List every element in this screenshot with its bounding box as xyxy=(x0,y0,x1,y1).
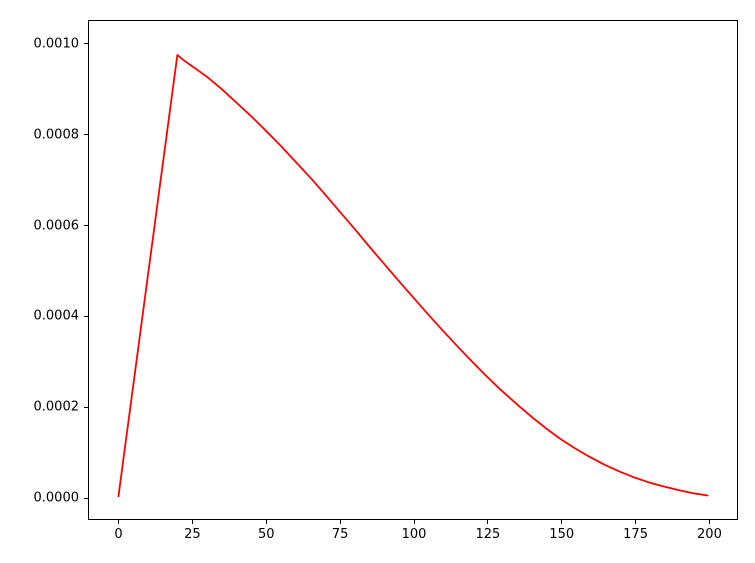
x-tick-label: 150 xyxy=(549,527,574,542)
y-tickmark xyxy=(84,225,89,226)
y-tickmark xyxy=(84,134,89,135)
x-tickmark xyxy=(487,519,488,524)
x-tickmark xyxy=(340,519,341,524)
plot-area xyxy=(89,21,737,519)
x-tickmark xyxy=(192,519,193,524)
x-tick-label: 125 xyxy=(475,527,500,542)
y-tick-label: 0.0006 xyxy=(34,218,80,233)
y-tick-label: 0.0004 xyxy=(34,309,80,324)
x-tickmark xyxy=(635,519,636,524)
line-series-1 xyxy=(118,55,707,496)
x-tick-label: 0 xyxy=(114,527,122,542)
y-tickmark xyxy=(84,43,89,44)
x-tick-label: 200 xyxy=(697,527,722,542)
y-tickmark xyxy=(84,407,89,408)
x-tickmark xyxy=(709,519,710,524)
x-tick-label: 175 xyxy=(623,527,648,542)
figure: 0 25 50 75 100 125 150 175 200 0.0000 0.0002 0.0004… xyxy=(0,0,755,563)
x-tick-label: 50 xyxy=(258,527,275,542)
y-tick-label: 0.0008 xyxy=(34,127,80,142)
chart-axes: 02550751001251501752000.00000.00020.0004… xyxy=(88,20,738,520)
x-tick-label: 25 xyxy=(184,527,201,542)
x-tickmark xyxy=(266,519,267,524)
x-tickmark xyxy=(118,519,119,524)
y-tick-label: 0.0010 xyxy=(34,36,80,51)
y-tickmark xyxy=(84,498,89,499)
x-tickmark xyxy=(561,519,562,524)
x-tick-label: 75 xyxy=(332,527,349,542)
y-tick-label: 0.0002 xyxy=(34,400,80,415)
x-tick-label: 100 xyxy=(402,527,427,542)
y-tick-label: 0.0000 xyxy=(34,491,80,506)
y-tickmark xyxy=(84,316,89,317)
x-tickmark xyxy=(414,519,415,524)
